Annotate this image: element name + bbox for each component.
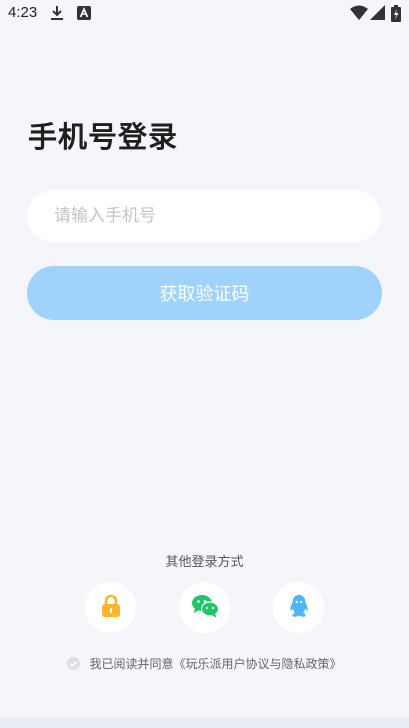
- navigation-bar: [0, 718, 409, 728]
- a-icon: [77, 5, 91, 24]
- wechat-login-button[interactable]: [179, 582, 230, 633]
- lock-icon: [101, 594, 121, 622]
- qq-login-button[interactable]: [273, 582, 324, 633]
- download-icon: [50, 5, 64, 25]
- wifi-icon: [350, 5, 368, 24]
- agreement-text[interactable]: 我已阅读并同意《玩乐派用户协议与隐私政策》: [89, 655, 341, 672]
- status-time: 4:23: [8, 4, 38, 21]
- other-login-label: 其他登录方式: [165, 555, 244, 570]
- agreement-checkbox[interactable]: [67, 657, 81, 670]
- phone-number-input[interactable]: [27, 190, 381, 242]
- battery-icon: [391, 5, 401, 26]
- status-bar: 4:23: [0, 0, 409, 28]
- signal-icon: [370, 5, 385, 24]
- wechat-icon: [191, 594, 219, 622]
- login-screen: 4:23 手机号登录 请输入手机号 获取验证码 其他登录方式 我已阅读并同意《玩…: [0, 0, 409, 728]
- password-login-button[interactable]: [85, 582, 136, 633]
- get-verification-code-button[interactable]: 获取验证码: [27, 266, 382, 320]
- page-title: 手机号登录: [28, 120, 179, 154]
- agreement-row: 我已阅读并同意《玩乐派用户协议与隐私政策》: [0, 655, 409, 672]
- qq-icon: [288, 594, 310, 622]
